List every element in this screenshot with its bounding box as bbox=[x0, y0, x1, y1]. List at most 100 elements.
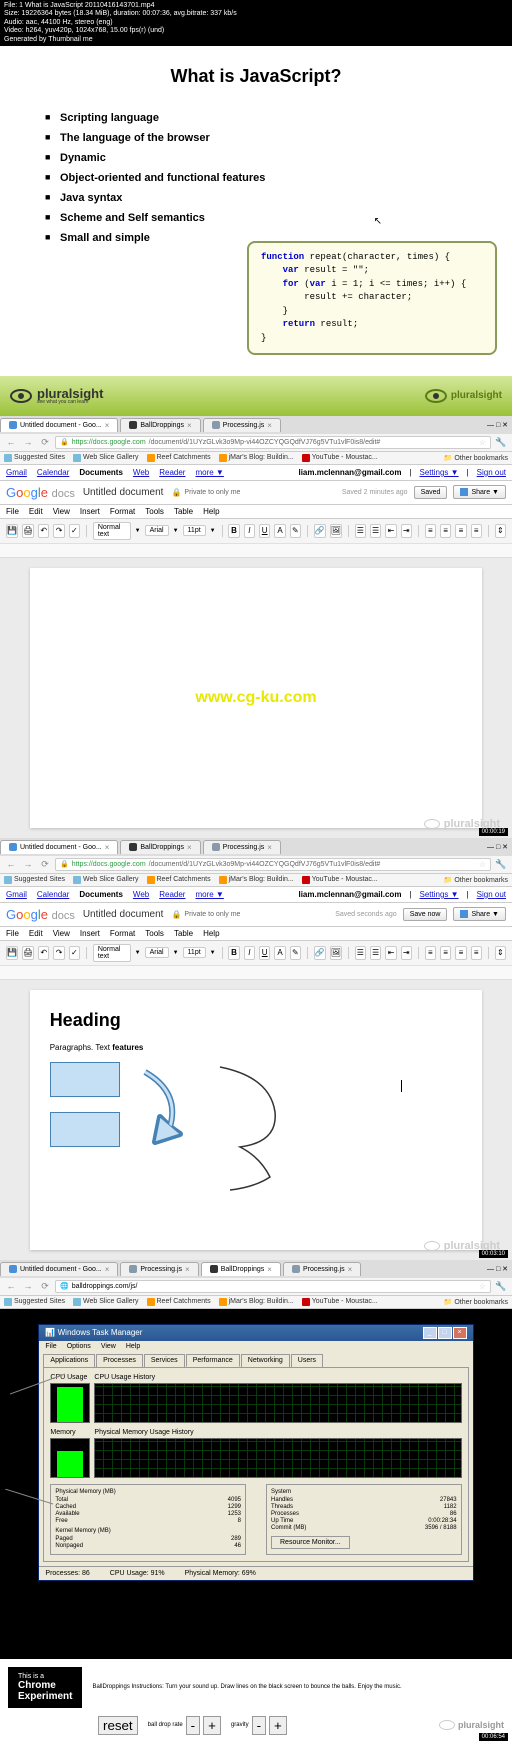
italic-icon[interactable]: I bbox=[244, 524, 255, 538]
menu-table[interactable]: Table bbox=[174, 507, 193, 516]
close-icon[interactable]: × bbox=[187, 843, 192, 852]
bookmark-item[interactable]: Suggested Sites bbox=[4, 454, 65, 462]
align-icon[interactable]: ≡ bbox=[455, 946, 466, 960]
text-color-icon[interactable]: A bbox=[274, 946, 285, 960]
tab-processingjs[interactable]: Processing.js× bbox=[120, 1262, 198, 1276]
menu-file[interactable]: File bbox=[6, 507, 19, 516]
minimize-button[interactable]: _ bbox=[423, 1327, 437, 1339]
outdent-icon[interactable]: ⇤ bbox=[385, 524, 396, 538]
settings-link[interactable]: Settings ▼ bbox=[420, 890, 459, 899]
text-color-icon[interactable]: A bbox=[274, 524, 285, 538]
forward-button[interactable]: → bbox=[21, 857, 35, 871]
close-icon[interactable]: × bbox=[267, 843, 272, 852]
bookmark-item[interactable]: Suggested Sites bbox=[4, 876, 65, 884]
url-input[interactable]: 🔒https://docs.google.com/document/d/1UYz… bbox=[55, 858, 491, 871]
menu-file[interactable]: File bbox=[6, 929, 19, 938]
image-icon[interactable]: 🖼 bbox=[330, 946, 342, 960]
rate-up-button[interactable]: + bbox=[203, 1716, 221, 1735]
gbar-more[interactable]: more ▼ bbox=[195, 890, 223, 899]
gbar-calendar[interactable]: Calendar bbox=[37, 468, 69, 477]
gbar-reader[interactable]: Reader bbox=[159, 890, 185, 899]
back-button[interactable]: ← bbox=[4, 435, 18, 449]
tab-processingjs[interactable]: Processing.js× bbox=[203, 840, 281, 854]
spacing-icon[interactable]: ⇕ bbox=[495, 946, 506, 960]
tm-menu-help[interactable]: Help bbox=[126, 1343, 140, 1350]
star-icon[interactable]: ☆ bbox=[479, 1282, 486, 1291]
close-icon[interactable]: × bbox=[105, 421, 110, 430]
maximize-button[interactable]: □ bbox=[438, 1327, 452, 1339]
tm-titlebar[interactable]: 📊 Windows Task Manager _□× bbox=[39, 1325, 472, 1341]
window-controls[interactable]: — □ ✕ bbox=[483, 421, 512, 429]
style-select[interactable]: Normal text bbox=[93, 944, 131, 962]
menu-insert[interactable]: Insert bbox=[80, 507, 100, 516]
menu-view[interactable]: View bbox=[53, 507, 70, 516]
bookmark-item[interactable]: Reef Catchments bbox=[147, 454, 211, 462]
menu-format[interactable]: Format bbox=[110, 507, 135, 516]
menu-table[interactable]: Table bbox=[174, 929, 193, 938]
highlight-icon[interactable]: ✎ bbox=[290, 946, 301, 960]
privacy-indicator[interactable]: 🔒Private to only me bbox=[171, 910, 240, 919]
undo-icon[interactable]: ↶ bbox=[38, 524, 49, 538]
redo-icon[interactable]: ↷ bbox=[53, 946, 64, 960]
back-button[interactable]: ← bbox=[4, 1279, 18, 1293]
bookmark-item[interactable]: YouTube - Moustac... bbox=[302, 1298, 378, 1306]
tm-tab-processes[interactable]: Processes bbox=[96, 1354, 143, 1367]
menu-view[interactable]: View bbox=[53, 929, 70, 938]
document-title[interactable]: Untitled document bbox=[83, 487, 164, 498]
gravity-up-button[interactable]: + bbox=[269, 1716, 287, 1735]
star-icon[interactable]: ☆ bbox=[479, 438, 486, 447]
underline-icon[interactable]: U bbox=[259, 524, 270, 538]
list-icon[interactable]: ☰ bbox=[355, 946, 366, 960]
tm-tab-performance[interactable]: Performance bbox=[186, 1354, 240, 1367]
bookmark-item[interactable]: jMar's Blog: Buildin... bbox=[219, 876, 294, 884]
other-bookmarks[interactable]: 📁 Other bookmarks bbox=[444, 876, 508, 884]
print-icon[interactable]: 🖨 bbox=[22, 946, 34, 960]
tm-tab-networking[interactable]: Networking bbox=[241, 1354, 290, 1367]
close-icon[interactable]: × bbox=[187, 421, 192, 430]
tab-untitled-doc[interactable]: Untitled document - Goo...× bbox=[0, 840, 118, 854]
align-icon[interactable]: ≡ bbox=[425, 946, 436, 960]
signout-link[interactable]: Sign out bbox=[477, 468, 506, 477]
underline-icon[interactable]: U bbox=[259, 946, 270, 960]
menu-tools[interactable]: Tools bbox=[145, 507, 164, 516]
tm-tab-applications[interactable]: Applications bbox=[43, 1354, 95, 1367]
reset-button[interactable]: reset bbox=[98, 1716, 138, 1735]
align-icon[interactable]: ≡ bbox=[471, 946, 482, 960]
tm-menu-options[interactable]: Options bbox=[67, 1343, 91, 1350]
align-right-icon[interactable]: ≡ bbox=[455, 524, 466, 538]
url-input[interactable]: 🌐balldroppings.com/js/☆ bbox=[55, 1280, 491, 1293]
tab-balldroppings[interactable]: BallDroppings× bbox=[201, 1262, 281, 1276]
tab-balldroppings[interactable]: BallDroppings× bbox=[120, 840, 200, 854]
gbar-more[interactable]: more ▼ bbox=[195, 468, 223, 477]
close-icon[interactable]: × bbox=[267, 421, 272, 430]
share-button[interactable]: Share ▼ bbox=[453, 485, 506, 499]
gbar-documents[interactable]: Documents bbox=[79, 890, 123, 899]
gbar-calendar[interactable]: Calendar bbox=[37, 890, 69, 899]
font-select[interactable]: Arial bbox=[145, 525, 169, 536]
align-left-icon[interactable]: ≡ bbox=[425, 524, 436, 538]
url-input[interactable]: 🔒https://docs.google.com/document/d/1UYz… bbox=[55, 436, 491, 449]
tab-untitled-doc[interactable]: Untitled document - Goo...× bbox=[0, 418, 118, 432]
tm-tab-services[interactable]: Services bbox=[144, 1354, 185, 1367]
tm-menu-file[interactable]: File bbox=[45, 1343, 56, 1350]
tm-menu-view[interactable]: View bbox=[101, 1343, 116, 1350]
bookmark-item[interactable]: Web Slice Gallery bbox=[73, 454, 139, 462]
settings-link[interactable]: Settings ▼ bbox=[420, 468, 459, 477]
signout-link[interactable]: Sign out bbox=[477, 890, 506, 899]
back-button[interactable]: ← bbox=[4, 857, 18, 871]
menu-format[interactable]: Format bbox=[110, 929, 135, 938]
size-select[interactable]: 11pt bbox=[183, 525, 206, 536]
save-icon[interactable]: 💾 bbox=[6, 524, 18, 538]
bookmark-item[interactable]: YouTube - Moustac... bbox=[302, 454, 378, 462]
window-controls[interactable]: — □ ✕ bbox=[483, 1265, 512, 1273]
link-icon[interactable]: 🔗 bbox=[314, 946, 326, 960]
bullet-list-icon[interactable]: ☰ bbox=[370, 524, 381, 538]
menu-tools[interactable]: Tools bbox=[145, 929, 164, 938]
redo-icon[interactable]: ↷ bbox=[53, 524, 64, 538]
undo-icon[interactable]: ↶ bbox=[38, 946, 49, 960]
reload-button[interactable]: ⟳ bbox=[38, 1279, 52, 1293]
tm-tab-users[interactable]: Users bbox=[291, 1354, 323, 1367]
gravity-down-button[interactable]: - bbox=[252, 1716, 266, 1735]
balldroppings-canvas[interactable]: 📊 Windows Task Manager _□× File Options … bbox=[0, 1309, 512, 1659]
paint-icon[interactable]: ✓ bbox=[69, 946, 80, 960]
